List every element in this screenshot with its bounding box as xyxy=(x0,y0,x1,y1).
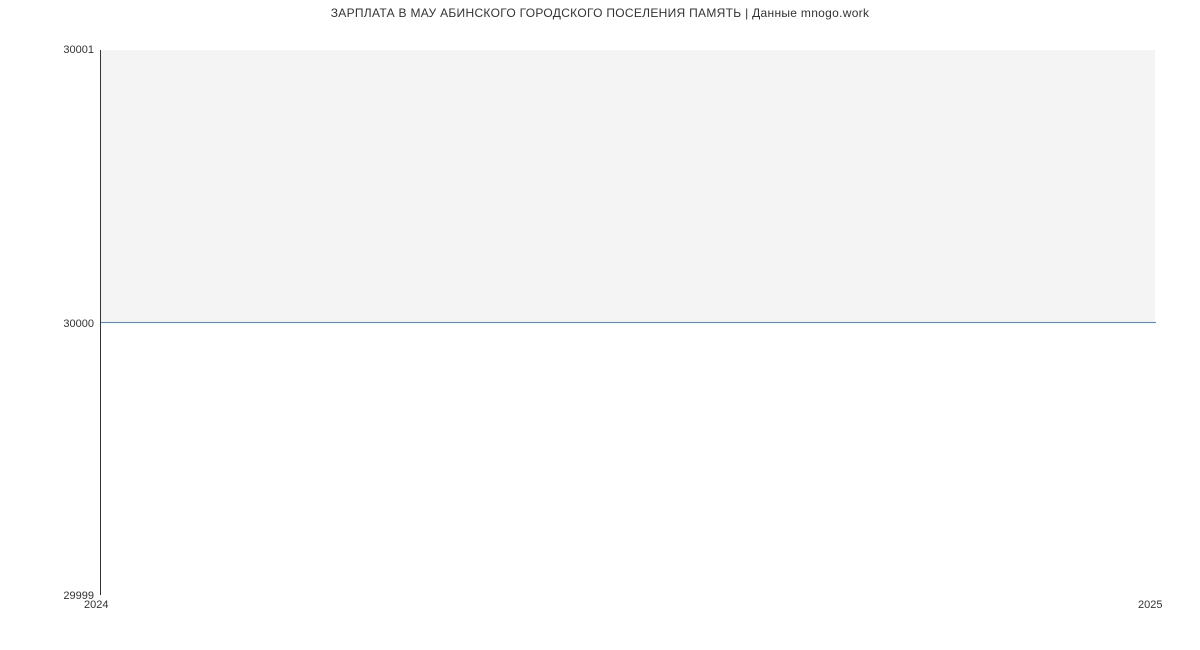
x-axis-tick-label: 2024 xyxy=(84,599,108,611)
plot-area xyxy=(100,50,1155,595)
chart-container: ЗАРПЛАТА В МАУ АБИНСКОГО ГОРОДСКОГО ПОСЕ… xyxy=(0,0,1200,650)
data-line xyxy=(101,322,1156,323)
plot-background-lower xyxy=(101,323,1156,595)
chart-title: ЗАРПЛАТА В МАУ АБИНСКОГО ГОРОДСКОГО ПОСЕ… xyxy=(0,6,1200,20)
x-axis-tick-label: 2025 xyxy=(1138,599,1162,611)
y-axis-tick-label: 30000 xyxy=(63,318,94,330)
y-axis-tick-label: 30001 xyxy=(63,44,94,56)
